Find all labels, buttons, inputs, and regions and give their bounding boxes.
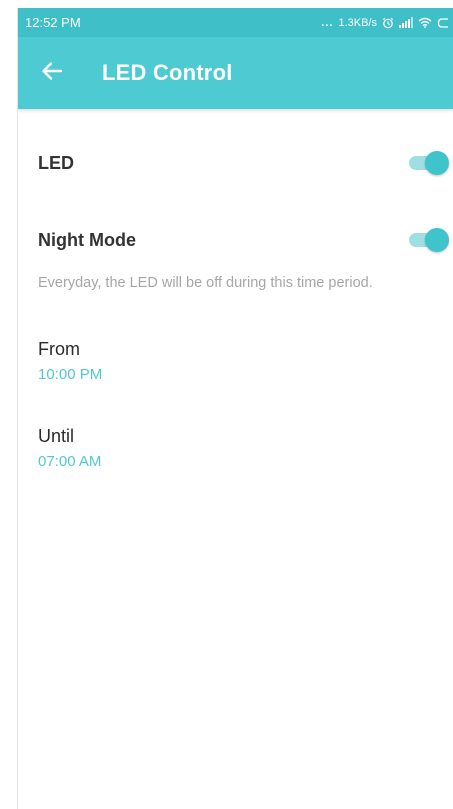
until-label: Until (38, 426, 75, 446)
led-label: LED (38, 152, 74, 173)
from-time-item[interactable]: From 10:00 PM (38, 339, 102, 383)
wifi-icon (418, 17, 432, 28)
arrow-left-icon (41, 61, 63, 86)
night-mode-toggle-thumb (425, 228, 449, 252)
network-speed: 1.3KB/s (338, 16, 377, 29)
led-toggle[interactable] (409, 151, 449, 175)
signal-icon (399, 17, 413, 28)
more-indicator: ... (321, 16, 334, 29)
led-toggle-thumb (425, 151, 449, 175)
battery-icon (437, 17, 449, 29)
app-bar: LED Control (18, 37, 453, 109)
night-mode-label: Night Mode (38, 229, 136, 250)
until-time-item[interactable]: Until 07:00 AM (38, 426, 101, 470)
led-setting-row: LED (38, 151, 453, 175)
until-time-value: 07:00 AM (38, 453, 102, 470)
status-bar: 12:52 PM ... 1.3KB/s (18, 8, 453, 37)
night-mode-toggle[interactable] (409, 228, 449, 252)
status-time: 12:52 PM (25, 15, 81, 30)
alarm-icon (382, 17, 394, 29)
page-title: LED Control (102, 60, 233, 85)
screen-frame: 12:52 PM ... 1.3KB/s LED Control LED Nig… (0, 0, 453, 809)
night-mode-setting-row: Night Mode (38, 228, 453, 252)
status-indicators: ... 1.3KB/s (321, 17, 449, 29)
from-time-value: 10:00 PM (38, 366, 103, 383)
from-label: From (38, 339, 80, 359)
night-mode-description: Everyday, the LED will be off during thi… (38, 275, 373, 291)
phone-screen: 12:52 PM ... 1.3KB/s LED Control LED Nig… (17, 8, 453, 809)
back-button[interactable] (28, 49, 76, 97)
